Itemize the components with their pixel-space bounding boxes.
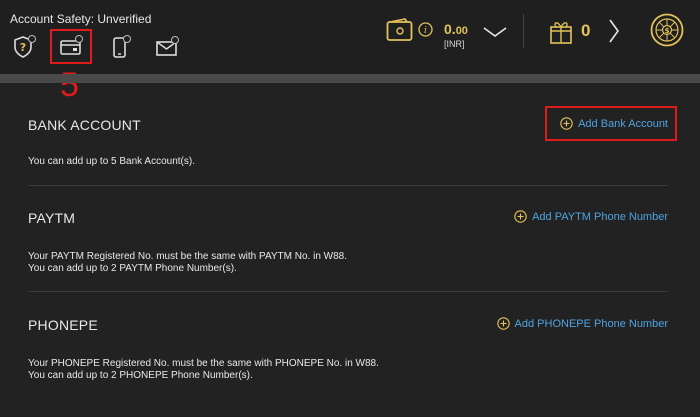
header-band <box>0 74 700 83</box>
gift-icon[interactable] <box>549 18 573 44</box>
add-phonepe-label: Add PHONEPE Phone Number <box>514 317 668 330</box>
svg-text:i: i <box>424 26 427 36</box>
shield-question-icon[interactable]: ? <box>12 34 38 60</box>
phonepe-title: PHONEPE <box>28 317 98 333</box>
add-paytm-label: Add PAYTM Phone Number <box>532 210 668 223</box>
svg-text:?: ? <box>20 41 26 54</box>
phonepe-section: PHONEPE Add PHONEPE Phone Number Your PH… <box>28 308 668 388</box>
section-divider <box>28 185 668 186</box>
svg-text:$: $ <box>665 27 670 35</box>
add-paytm-button[interactable]: Add PAYTM Phone Number <box>514 210 668 223</box>
card-icon-highlight <box>50 29 92 64</box>
add-bank-account-highlight <box>545 106 677 141</box>
currency-label: [INR] <box>444 39 465 49</box>
plus-circle-icon <box>496 317 510 330</box>
paytm-section: PAYTM Add PAYTM Phone Number Your PAYTM … <box>28 201 668 281</box>
wallet-icon[interactable] <box>386 18 414 42</box>
mail-icon[interactable] <box>155 34 181 60</box>
header-divider <box>523 14 524 48</box>
paytm-note-2: You can add up to 2 PAYTM Phone Number(s… <box>28 263 237 274</box>
add-phonepe-button[interactable]: Add PHONEPE Phone Number <box>496 317 668 330</box>
paytm-title: PAYTM <box>28 210 76 226</box>
lucky-wheel-icon[interactable]: $ <box>650 13 684 47</box>
bank-account-title: BANK ACCOUNT <box>28 117 141 133</box>
section-divider <box>28 291 668 292</box>
paytm-note-1: Your PAYTM Registered No. must be the sa… <box>28 251 348 262</box>
bank-account-note: You can add up to 5 Bank Account(s). <box>28 156 195 167</box>
top-bar: Account Safety: Unverified ? 5 i 0.00 [I… <box>0 0 700 102</box>
plus-circle-icon <box>514 210 527 223</box>
balance-amount: 0.00 <box>444 21 468 37</box>
phonepe-note-1: Your PHONEPE Registered No. must be the … <box>28 358 379 369</box>
chevron-down-icon[interactable] <box>483 26 507 38</box>
phone-icon[interactable] <box>108 34 134 60</box>
gift-count: 0 <box>581 21 591 40</box>
account-safety-label: Account Safety: Unverified <box>10 12 152 26</box>
info-icon[interactable]: i <box>418 22 433 37</box>
phonepe-note-2: You can add up to 2 PHONEPE Phone Number… <box>28 370 253 381</box>
chevron-right-icon[interactable] <box>608 19 620 43</box>
